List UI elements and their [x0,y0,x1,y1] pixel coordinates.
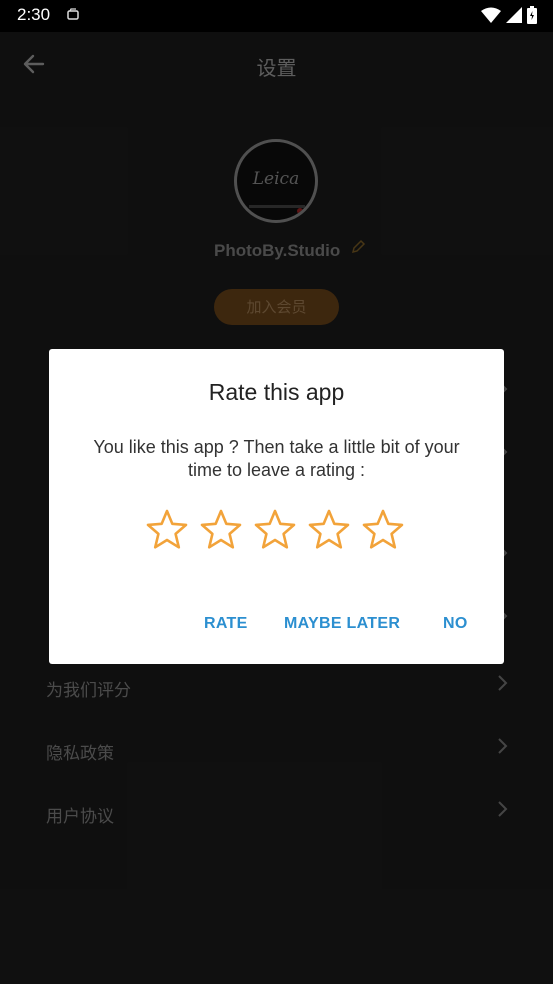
signal-icon [506,7,522,27]
wifi-icon [481,7,501,27]
dialog-message: You like this app ? Then take a little b… [93,437,460,480]
rate-app-dialog: Rate this app You like this app ? Then t… [49,349,504,664]
star-icon[interactable] [361,508,405,552]
status-time: 2:30 [17,5,51,24]
star-icon[interactable] [253,508,297,552]
star-rating[interactable] [145,508,409,552]
battery-icon [527,6,537,28]
notification-icon [66,7,80,26]
rate-button[interactable]: RATE [204,615,248,633]
no-button[interactable]: NO [443,615,468,633]
star-icon[interactable] [145,508,189,552]
maybe-later-button[interactable]: MAYBE LATER [284,615,400,633]
star-icon[interactable] [307,508,351,552]
status-bar: 2:30 [0,0,553,32]
dialog-title: Rate this app [208,379,345,405]
star-icon[interactable] [199,508,243,552]
